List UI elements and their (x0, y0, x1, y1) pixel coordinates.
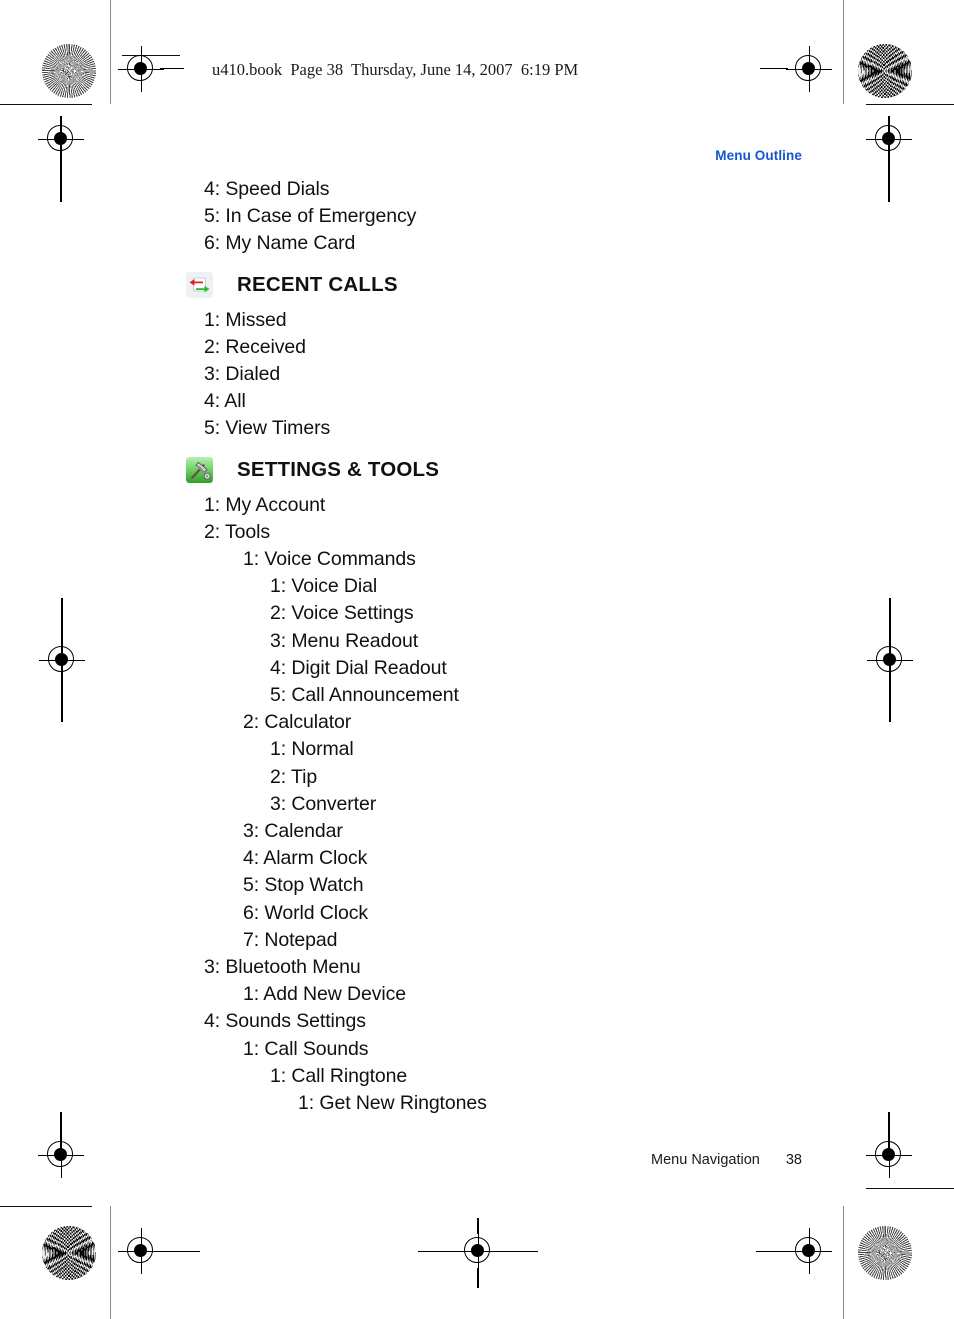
registration-arm-lower-left-vertical (60, 1112, 62, 1156)
rosette-mark-bottom-left (42, 1226, 96, 1280)
trim-line-header-rule (0, 104, 92, 106)
menu-item: 2: Tools (204, 520, 271, 543)
registration-mark-bottom-right (786, 1228, 832, 1274)
recent-calls-icon (186, 271, 213, 298)
trim-line-top-right-vertical (843, 0, 844, 104)
registration-arm-bottom-center-bottom (477, 1268, 479, 1288)
trim-line-bottom-left-horizontal (0, 1206, 92, 1208)
settings-tools-menu-list: 1: My Account 2: Tools 1: Voice Commands… (0, 492, 954, 1118)
registration-arm-bottom-center-right (500, 1250, 538, 1252)
menu-item: 1: Add New Device (243, 983, 407, 1006)
rosette-mark-top-left (42, 44, 96, 98)
continued-menu-list: 4: Speed Dials 5: In Case of Emergency 6… (0, 176, 954, 258)
registration-mark-top-left (118, 46, 164, 92)
menu-item: 4: Sounds Settings (204, 1010, 366, 1033)
registration-arm-bottom-center-top (477, 1218, 479, 1234)
footer-section-label: Menu Navigation (651, 1152, 760, 1168)
menu-item: 5: In Case of Emergency (204, 205, 417, 228)
registration-mark-bottom-left (118, 1228, 164, 1274)
menu-item: 6: My Name Card (204, 232, 356, 255)
menu-item: 7: Notepad (243, 928, 338, 951)
menu-item: 2: Calculator (243, 711, 352, 734)
menu-item: 4: All (204, 390, 246, 413)
menu-item: 5: Call Announcement (270, 684, 459, 707)
rosette-mark-bottom-right (858, 1226, 912, 1280)
menu-item: 4: Digit Dial Readout (270, 656, 447, 679)
footer-content: Menu Navigation 38 (627, 1136, 802, 1184)
rosette-mark-top-right (858, 44, 912, 98)
registration-arm-bottom-right (756, 1250, 788, 1252)
menu-item: 1: My Account (204, 493, 326, 516)
section-header-recent-calls: RECENT CALLS (0, 268, 954, 302)
section-title: RECENT CALLS (237, 272, 398, 296)
registration-arm-top-right (760, 68, 788, 70)
menu-item: 4: Alarm Clock (243, 847, 368, 870)
menu-item: 1: Call Ringtone (270, 1064, 408, 1087)
settings-tools-icon (186, 456, 213, 483)
registration-arm-lower-right-vertical (888, 1112, 890, 1156)
trim-line-bottom-right-horizontal (866, 1188, 954, 1190)
menu-item: 2: Received (204, 335, 306, 358)
trim-line-top-left-vertical (110, 0, 111, 104)
crosshair-dot (802, 1244, 815, 1257)
menu-item: 3: Dialed (204, 363, 281, 386)
crosshair-dot (802, 62, 815, 75)
trim-line-top-right-horizontal (866, 104, 954, 106)
printed-page: u410.book Page 38 Thursday, June 14, 200… (0, 0, 954, 1319)
registration-arm-top-left (160, 68, 184, 70)
menu-item: 2: Voice Settings (270, 602, 414, 625)
section-title: SETTINGS & TOOLS (237, 457, 440, 481)
menu-item: 3: Calendar (243, 820, 343, 843)
menu-item: 2: Tip (270, 765, 318, 788)
crosshair-dot (134, 62, 147, 75)
registration-arm-bottom-left (160, 1250, 200, 1252)
menu-item: 1: Call Sounds (243, 1037, 369, 1060)
menu-item: 1: Missed (204, 308, 287, 331)
section-header-settings-and-tools: SETTINGS & TOOLS (0, 453, 954, 487)
menu-item: 3: Bluetooth Menu (204, 956, 361, 979)
menu-item: 6: World Clock (243, 901, 369, 924)
menu-item: 4: Speed Dials (204, 178, 330, 200)
menu-item: 1: Voice Dial (270, 575, 378, 598)
trim-line-bottom-left-vertical (110, 1206, 111, 1319)
crosshair-dot (471, 1244, 484, 1257)
crosshair-dot (134, 1244, 147, 1257)
menu-item: 3: Menu Readout (270, 629, 419, 652)
registration-arm-bottom-center-left (418, 1250, 456, 1252)
menu-item: 5: Stop Watch (243, 874, 364, 897)
footer-page-number: 38 (785, 1152, 802, 1168)
menu-item: 3: Converter (270, 792, 377, 815)
recent-calls-menu-list: 1: Missed 2: Received 3: Dialed 4: All 5… (0, 307, 954, 443)
running-head-menu-outline: Menu Outline (715, 148, 802, 163)
registration-mark-top-right (786, 46, 832, 92)
menu-item: 1: Get New Ringtones (298, 1092, 487, 1115)
menu-item: 5: View Timers (204, 417, 331, 440)
trim-line-bottom-right-vertical (843, 1206, 844, 1319)
menu-item: 1: Normal (270, 738, 354, 761)
menu-item: 1: Voice Commands (243, 548, 416, 571)
menu-outline-content: 4: Speed Dials 5: In Case of Emergency 6… (0, 176, 954, 1117)
book-header-line: u410.book Page 38 Thursday, June 14, 200… (212, 60, 579, 79)
